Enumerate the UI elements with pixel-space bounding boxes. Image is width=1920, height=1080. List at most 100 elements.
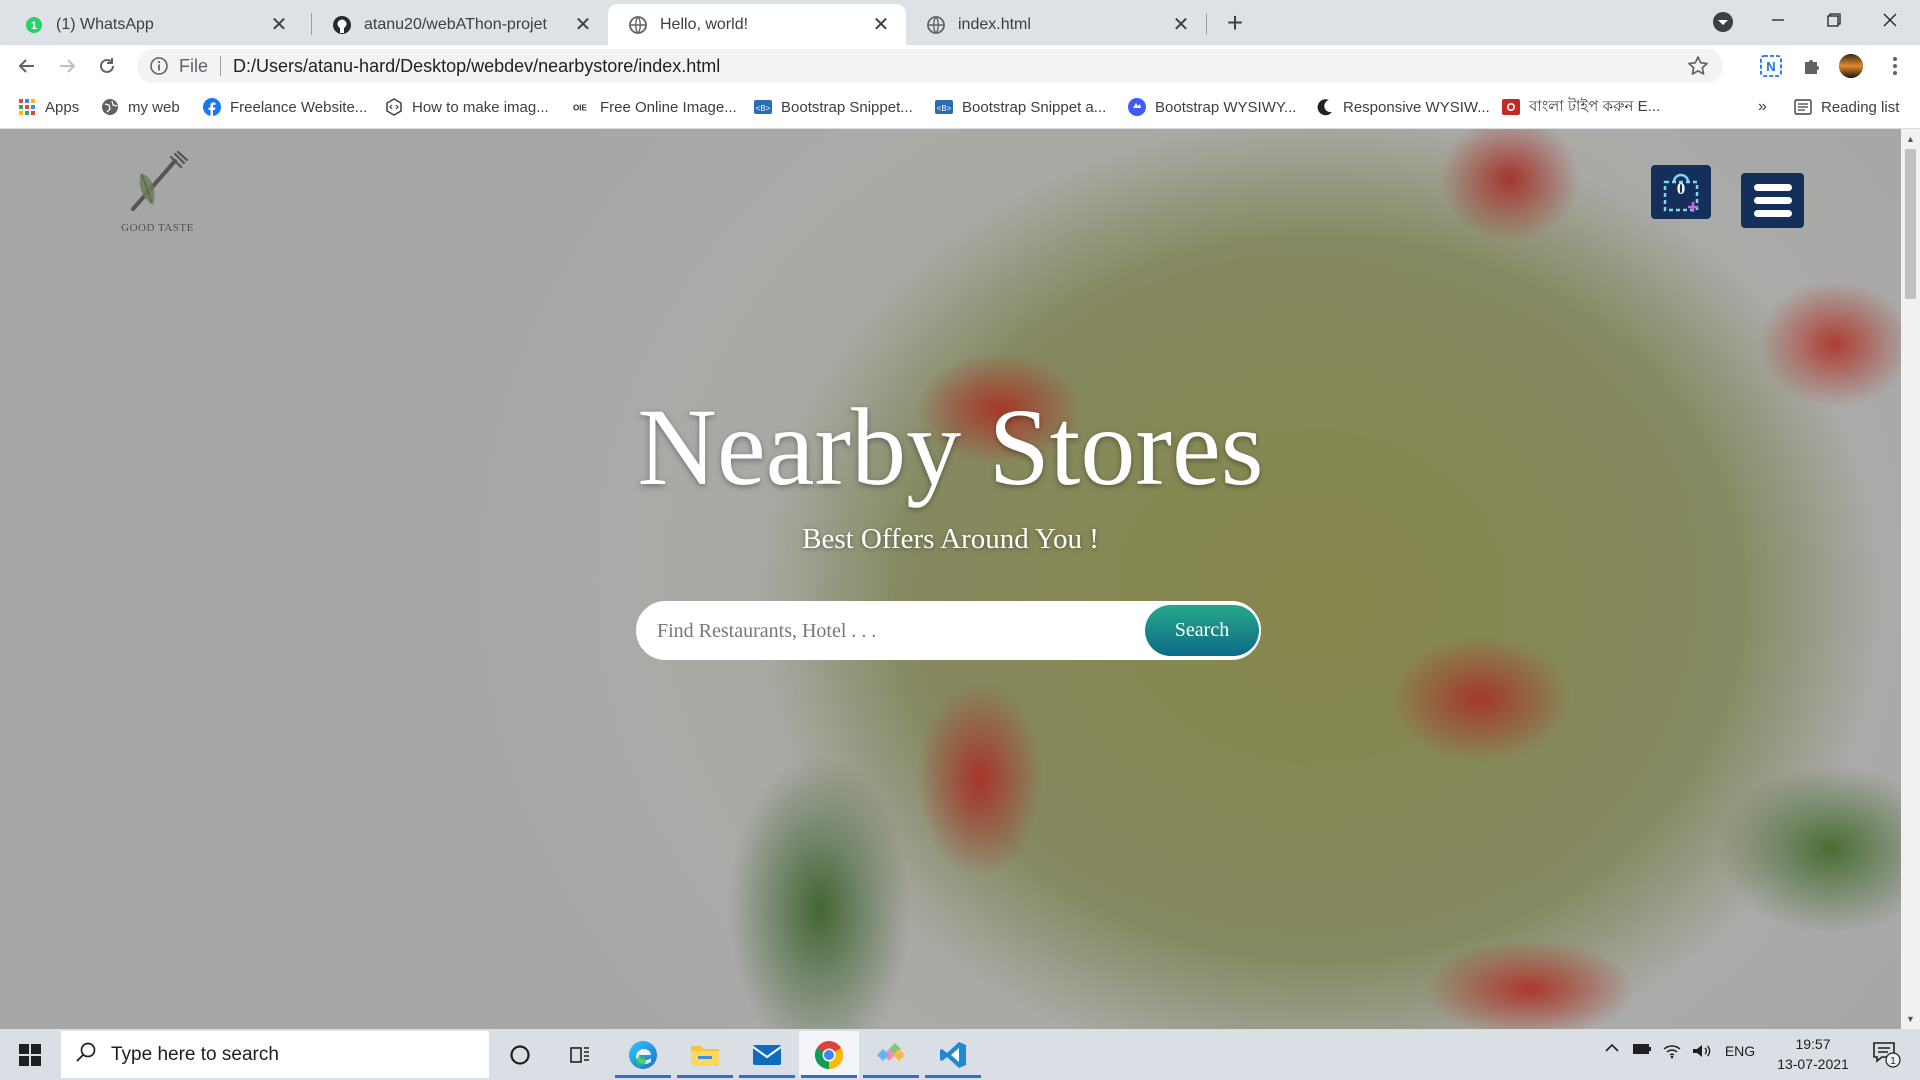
url-scheme: File: [179, 55, 209, 76]
profile-avatar[interactable]: [1838, 53, 1864, 79]
svg-text:<B>: <B>: [937, 104, 952, 113]
back-button[interactable]: [10, 49, 44, 83]
globe-icon: [628, 15, 648, 35]
reading-list-label: Reading list: [1821, 98, 1900, 116]
battery-icon[interactable]: [1630, 1043, 1654, 1055]
clock-time: 19:57: [1795, 1036, 1831, 1052]
menu-line: [1753, 197, 1792, 204]
cortana-button[interactable]: [490, 1031, 550, 1078]
scroll-thumb[interactable]: [1905, 149, 1916, 299]
minimize-button[interactable]: [1750, 2, 1806, 38]
bangla-flag-icon: [1502, 98, 1520, 116]
tab-index-html[interactable]: index.html ✕: [906, 4, 1206, 45]
info-icon[interactable]: [149, 56, 169, 76]
action-center-button[interactable]: 1: [1866, 1039, 1906, 1069]
search-button[interactable]: Search: [1145, 605, 1259, 656]
bookmark-my-web[interactable]: my web: [101, 96, 180, 118]
tab-search-icon[interactable]: [1711, 10, 1735, 34]
extensions-puzzle-icon[interactable]: [1799, 53, 1825, 79]
whatsapp-icon: 1: [24, 15, 44, 35]
bookmark-bootstrap-snippet-1[interactable]: <B> Bootstrap Snippet...: [754, 96, 913, 118]
reading-list-button[interactable]: Reading list: [1794, 96, 1899, 118]
hero-subtitle: Best Offers Around You !: [802, 523, 1099, 555]
menu-line: [1753, 184, 1792, 191]
task-view-icon: [570, 1046, 589, 1063]
maximize-button[interactable]: [1806, 2, 1862, 38]
kebab-menu-icon[interactable]: [1882, 53, 1908, 79]
scroll-up-arrow-icon[interactable]: ▲: [1901, 131, 1920, 147]
edge-taskbar-app[interactable]: [613, 1031, 673, 1078]
bookmark-bangla-type[interactable]: বাংলা টাইপ করুন E...: [1502, 96, 1660, 118]
site-logo[interactable]: GOOD TASTE: [115, 150, 200, 234]
pinned-diamond-taskbar-app[interactable]: [861, 1031, 921, 1078]
tab-github[interactable]: atanu20/webAThon-projet ✕: [312, 4, 608, 45]
close-icon[interactable]: ✕: [268, 14, 290, 36]
address-bar[interactable]: File D:/Users/atanu-hard/Desktop/webdev/…: [137, 49, 1723, 83]
bookmark-freelance[interactable]: Freelance Website...: [203, 96, 367, 118]
apps-grid-icon: [18, 98, 36, 116]
bookmark-label: বাংলা টাইপ করুন E...: [1529, 97, 1661, 115]
new-tab-button[interactable]: +: [1220, 7, 1250, 38]
wifi-icon[interactable]: [1660, 1043, 1684, 1059]
clock-date: 13-07-2021: [1777, 1056, 1849, 1072]
vscode-taskbar-app[interactable]: [923, 1031, 983, 1078]
store-search-input[interactable]: [657, 616, 1127, 646]
url-text: D:/Users/atanu-hard/Desktop/webdev/nearb…: [233, 55, 721, 76]
browser-toolbar: File D:/Users/atanu-hard/Desktop/webdev/…: [0, 45, 1920, 86]
scroll-down-arrow-icon[interactable]: ▼: [1901, 1011, 1920, 1027]
start-button[interactable]: [10, 1037, 50, 1073]
task-view-button[interactable]: [550, 1031, 610, 1078]
system-clock[interactable]: 19:57 13-07-2021: [1768, 1034, 1858, 1074]
page-viewport: GOOD TASTE 0 Nearby Stores Best Offers A…: [0, 129, 1901, 1029]
tab-divider: [1206, 13, 1207, 35]
svg-text:OIE: OIE: [573, 104, 588, 113]
chrome-taskbar-app[interactable]: [799, 1031, 859, 1078]
oie-icon: OIE: [573, 98, 591, 116]
taskbar-search-box[interactable]: Type here to search: [61, 1031, 489, 1078]
bookmark-apps[interactable]: Apps: [18, 96, 79, 118]
tab-title: atanu20/webAThon-projet: [364, 15, 547, 33]
mail-icon: [752, 1044, 782, 1065]
hero-overlay: [0, 129, 1901, 1029]
forward-button[interactable]: [50, 49, 84, 83]
close-icon[interactable]: ✕: [572, 14, 594, 36]
bookmark-label: Bootstrap Snippet...: [781, 98, 913, 116]
bookmark-bootstrap-wysiwyg[interactable]: Bootstrap WYSIWY...: [1128, 96, 1296, 118]
page-scrollbar[interactable]: ▲ ▼: [1901, 129, 1920, 1029]
chrome-icon: [815, 1040, 843, 1069]
show-hidden-icons-chevron-icon[interactable]: [1600, 1043, 1624, 1053]
mail-taskbar-app[interactable]: [737, 1031, 797, 1078]
bookmark-star-icon[interactable]: [1687, 55, 1709, 82]
hero-background-image: [0, 129, 1901, 1029]
close-icon[interactable]: ✕: [1170, 14, 1192, 36]
tab-whatsapp[interactable]: 1 (1) WhatsApp ✕: [4, 4, 304, 45]
hamburger-menu-button[interactable]: [1741, 173, 1804, 228]
bookmark-label: Responsive WYSIW...: [1343, 98, 1490, 116]
language-indicator[interactable]: ENG: [1722, 1043, 1758, 1059]
bookmark-label: Bootstrap Snippet a...: [962, 98, 1107, 116]
windows-taskbar: Type here to search ENG 19:57 13-07-2021: [0, 1029, 1920, 1080]
bookmark-free-online-image[interactable]: OIE Free Online Image...: [573, 96, 737, 118]
windows-logo-icon: [19, 1044, 41, 1066]
hero-title: Nearby Stores: [637, 386, 1264, 508]
file-explorer-taskbar-app[interactable]: [675, 1031, 735, 1078]
notification-count: 1: [1890, 1056, 1896, 1067]
facebook-icon: [203, 98, 221, 116]
close-window-button[interactable]: [1862, 2, 1918, 38]
svg-text:N: N: [1766, 59, 1775, 74]
bookmark-how-to-make[interactable]: How to make imag...: [385, 96, 549, 118]
reload-button[interactable]: [90, 49, 124, 83]
tab-hello-world[interactable]: Hello, world! ✕: [608, 4, 906, 45]
tab-title: (1) WhatsApp: [56, 15, 154, 33]
bookmark-responsive-wysiwyg[interactable]: Responsive WYSIW...: [1316, 96, 1490, 118]
tab-title: index.html: [958, 15, 1031, 33]
bookmark-bootstrap-snippet-2[interactable]: <B> Bootstrap Snippet a...: [935, 96, 1106, 118]
logo-text: GOOD TASTE: [121, 222, 194, 234]
bookmark-label: Free Online Image...: [600, 98, 737, 116]
cart-button[interactable]: 0: [1651, 165, 1711, 219]
bookmarks-overflow-button[interactable]: »: [1758, 96, 1767, 118]
close-icon[interactable]: ✕: [870, 14, 892, 36]
extension-n-icon[interactable]: N: [1758, 53, 1784, 79]
volume-icon[interactable]: [1690, 1043, 1714, 1059]
svg-text:<B>: <B>: [756, 104, 771, 113]
